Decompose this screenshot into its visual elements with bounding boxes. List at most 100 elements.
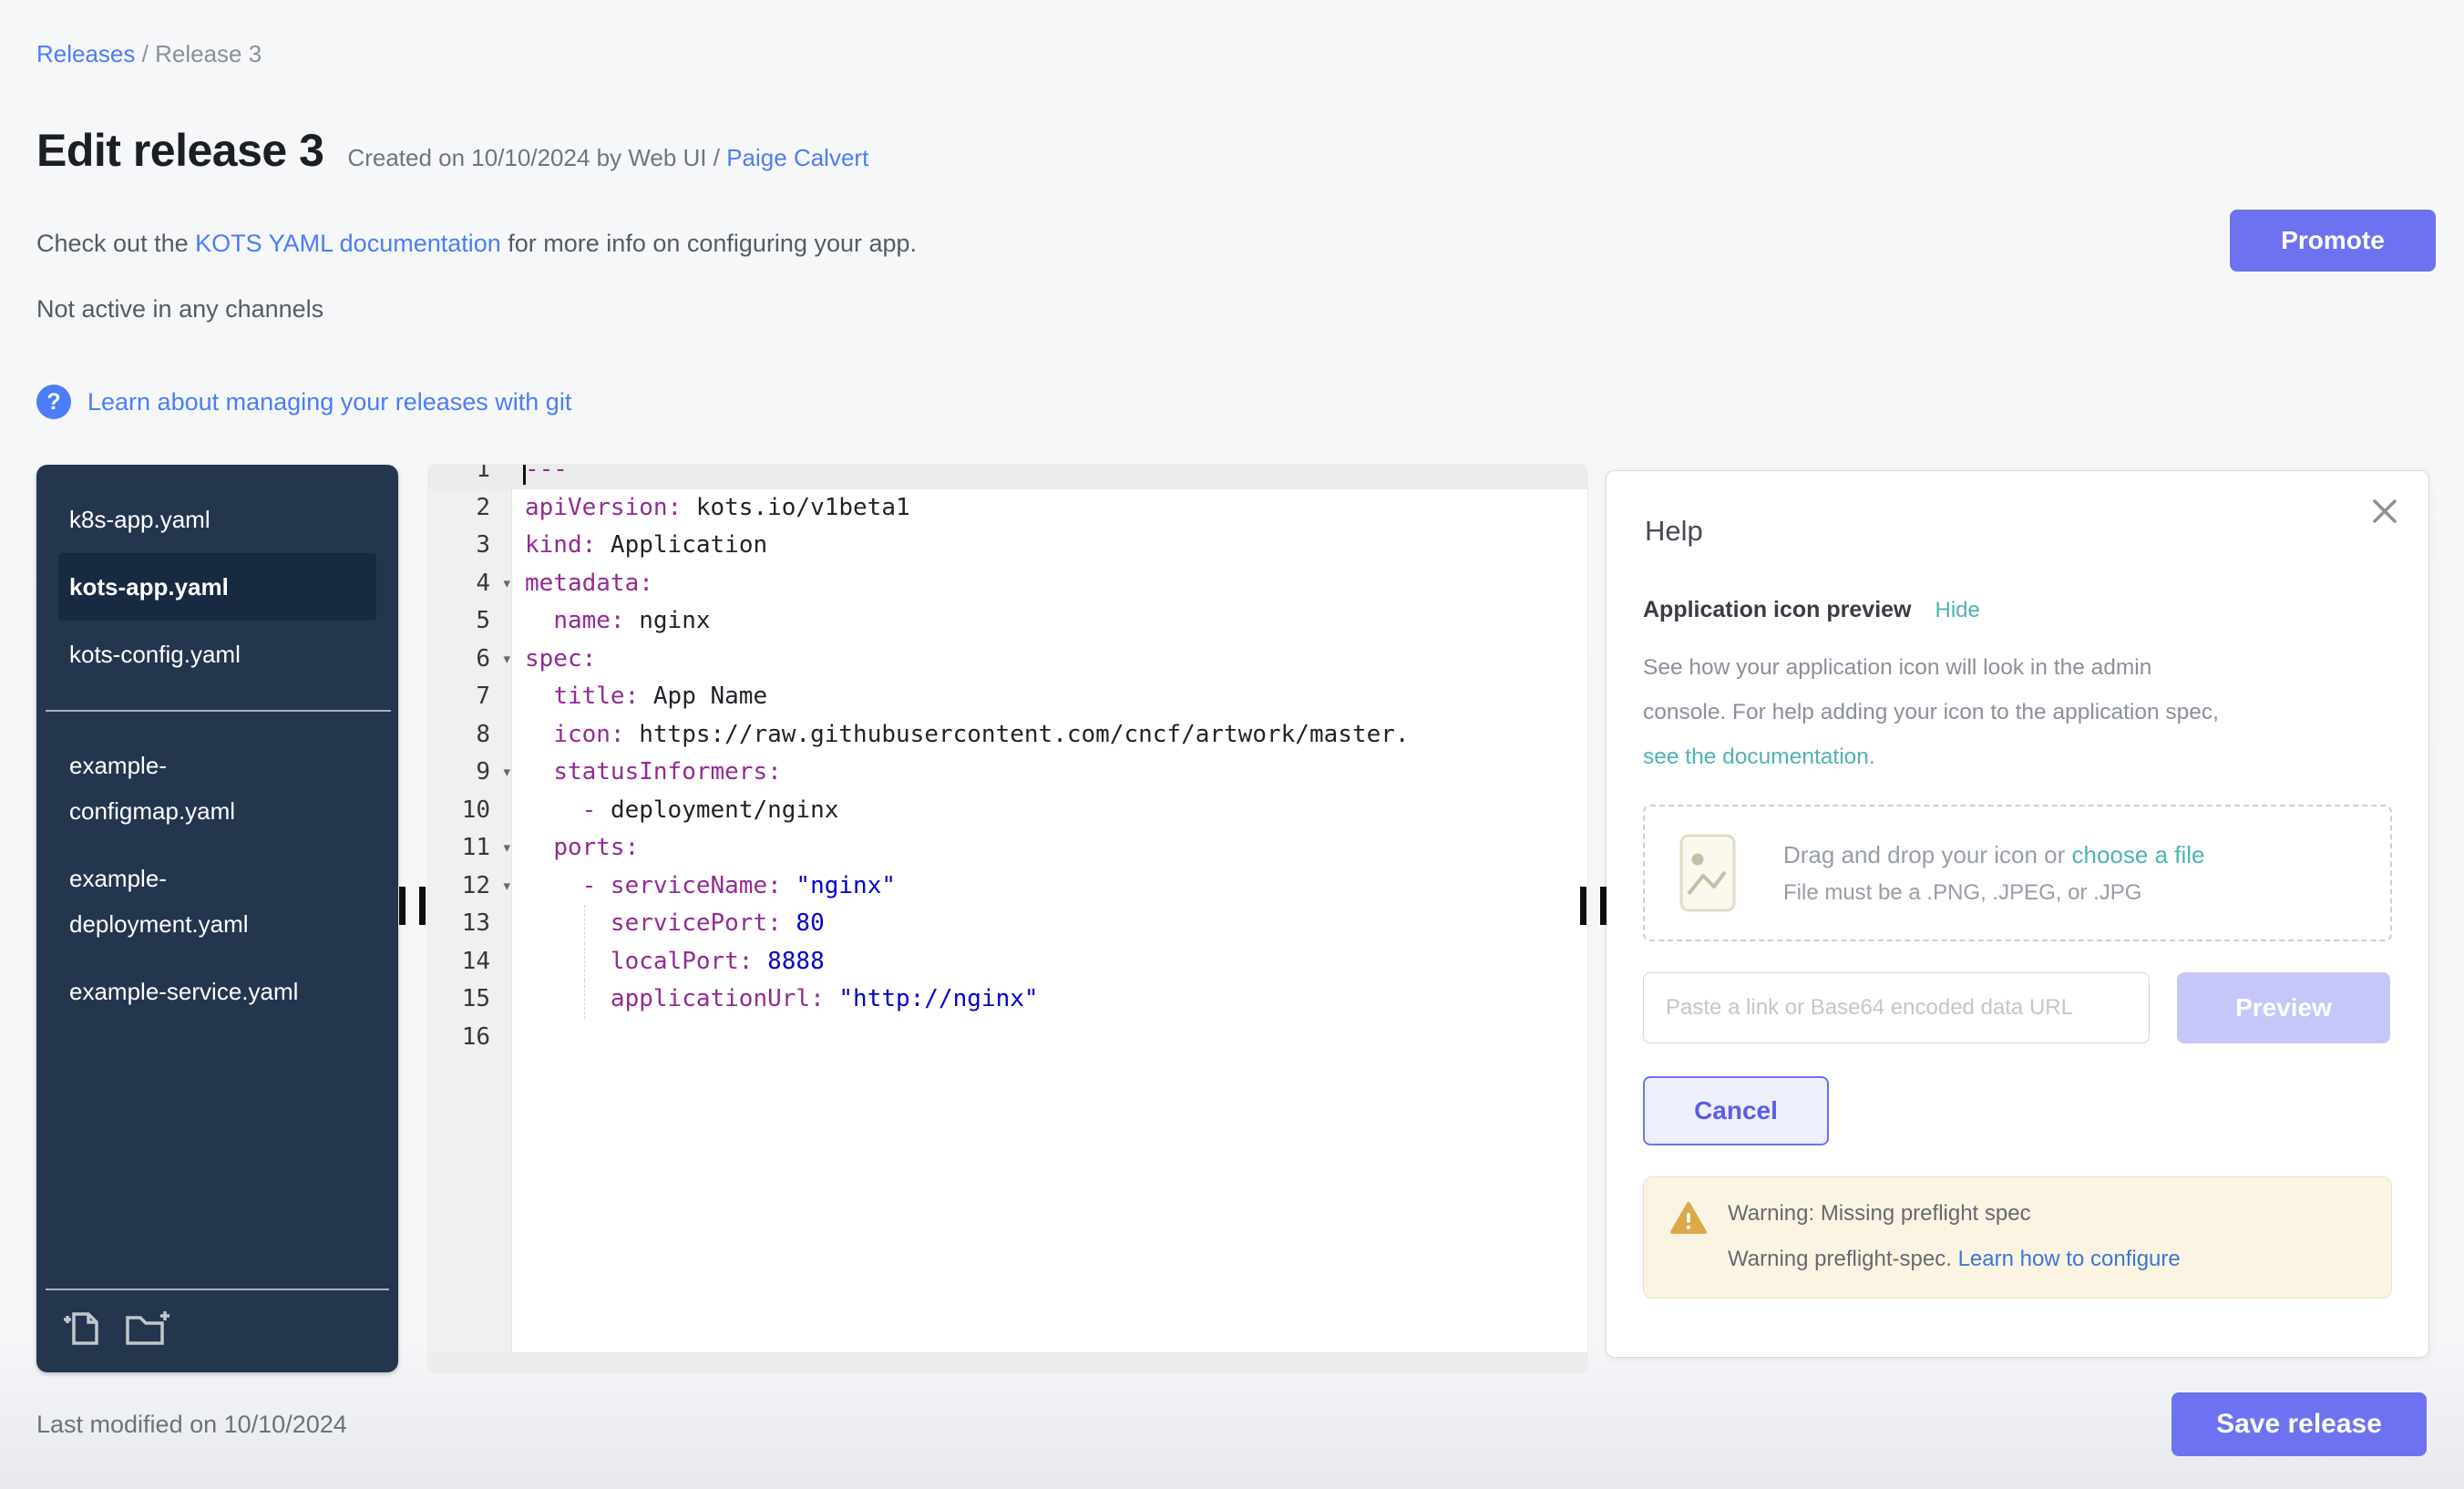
close-icon[interactable] bbox=[2368, 495, 2401, 528]
code-line-12[interactable]: 12▾ - serviceName: "nginx" bbox=[428, 868, 1587, 906]
code-line-6[interactable]: 6▾spec: bbox=[428, 641, 1587, 679]
line-number: 7 bbox=[428, 678, 512, 716]
line-number: 2 bbox=[428, 489, 512, 528]
code-line-8[interactable]: 8 icon: https://raw.githubusercontent.co… bbox=[428, 716, 1587, 755]
yaml-editor[interactable]: 1---2apiVersion: kots.io/v1beta13kind: A… bbox=[428, 465, 1587, 1372]
dropzone-prompt: Drag and drop your icon or bbox=[1783, 841, 2072, 868]
code-line-13[interactable]: 13 servicePort: 80 bbox=[428, 905, 1587, 943]
code-line-3[interactable]: 3kind: Application bbox=[428, 527, 1587, 565]
cancel-button[interactable]: Cancel bbox=[1643, 1076, 1829, 1145]
created-author-link[interactable]: Paige Calvert bbox=[726, 144, 868, 171]
code-line-9[interactable]: 9▾ statusInformers: bbox=[428, 754, 1587, 792]
kots-yaml-docs-link[interactable]: KOTS YAML documentation bbox=[195, 230, 501, 257]
file-sidebar: k8s-app.yamlkots-app.yamlkots-config.yam… bbox=[36, 465, 398, 1372]
fold-toggle-icon[interactable]: ▾ bbox=[503, 868, 510, 906]
code-line-2[interactable]: 2apiVersion: kots.io/v1beta1 bbox=[428, 489, 1587, 528]
file-item-example-service.yaml[interactable]: example-service.yaml bbox=[58, 958, 376, 1025]
description-line-3: see the documentation. bbox=[1643, 734, 2392, 779]
question-mark-icon: ? bbox=[36, 385, 71, 419]
code-text bbox=[512, 1019, 525, 1057]
add-file-icon[interactable] bbox=[62, 1309, 102, 1347]
code-text: metadata: bbox=[512, 565, 653, 603]
sidebar-resize-handle[interactable] bbox=[399, 887, 426, 925]
editor-horizontal-scrollbar[interactable] bbox=[428, 1352, 1587, 1372]
save-release-button[interactable]: Save release bbox=[2171, 1392, 2427, 1456]
icon-url-input[interactable] bbox=[1643, 972, 2150, 1043]
line-number: 16 bbox=[428, 1019, 512, 1057]
code-text: - serviceName: "nginx" bbox=[512, 868, 896, 906]
description-line-1: See how your application icon will look … bbox=[1643, 645, 2392, 690]
file-item-kots-config.yaml[interactable]: kots-config.yaml bbox=[58, 621, 376, 688]
code-line-15[interactable]: 15 applicationUrl: "http://nginx" bbox=[428, 981, 1587, 1019]
add-folder-icon[interactable] bbox=[124, 1309, 171, 1347]
breadcrumb-releases-link[interactable]: Releases bbox=[36, 40, 135, 67]
icon-dropzone[interactable]: Drag and drop your icon or choose a file… bbox=[1643, 805, 2392, 941]
line-number: 9▾ bbox=[428, 754, 512, 792]
icon-preview-title: Application icon preview bbox=[1643, 597, 1912, 623]
preview-button[interactable]: Preview bbox=[2177, 972, 2390, 1043]
icon-url-row: Preview bbox=[1643, 972, 2392, 1043]
docs-prefix: Check out the bbox=[36, 230, 195, 257]
icon-preview-section-header: Application icon preview Hide bbox=[1643, 597, 2392, 623]
line-number: 10 bbox=[428, 792, 512, 830]
breadcrumb-separator: / bbox=[142, 40, 155, 67]
file-item-example-configmap.yaml[interactable]: example-configmap.yaml bbox=[58, 732, 376, 845]
fold-toggle-icon[interactable]: ▾ bbox=[503, 641, 510, 679]
line-number: 3 bbox=[428, 527, 512, 565]
code-text: - deployment/nginx bbox=[512, 792, 838, 830]
fold-toggle-icon[interactable]: ▾ bbox=[503, 829, 510, 868]
description-line-2: console. For help adding your icon to th… bbox=[1643, 690, 2392, 734]
code-text: servicePort: 80 bbox=[512, 905, 825, 943]
learn-configure-link[interactable]: Learn how to configure bbox=[1958, 1247, 2181, 1271]
code-line-16[interactable]: 16 bbox=[428, 1019, 1587, 1057]
created-line: Created on 10/10/2024 by Web UI / Paige … bbox=[347, 144, 868, 172]
dropzone-hint: File must be a .PNG, .JPEG, or .JPG bbox=[1783, 880, 2205, 906]
hide-link[interactable]: Hide bbox=[1935, 598, 1980, 623]
promote-button[interactable]: Promote bbox=[2230, 210, 2436, 272]
channel-status: Not active in any channels bbox=[36, 295, 323, 323]
file-list-divider bbox=[46, 710, 391, 712]
code-text: icon: https://raw.githubusercontent.com/… bbox=[512, 716, 1410, 755]
help-resize-handle[interactable] bbox=[1580, 887, 1607, 925]
breadcrumb: Releases / Release 3 bbox=[36, 40, 262, 68]
line-number: 6▾ bbox=[428, 641, 512, 679]
code-line-4[interactable]: 4▾metadata: bbox=[428, 565, 1587, 603]
file-list: k8s-app.yamlkots-app.yamlkots-config.yam… bbox=[36, 465, 398, 1025]
code-line-10[interactable]: 10 - deployment/nginx bbox=[428, 792, 1587, 830]
help-panel: Help Application icon preview Hide See h… bbox=[1606, 470, 2429, 1358]
code-line-5[interactable]: 5 name: nginx bbox=[428, 602, 1587, 641]
code-text: name: nginx bbox=[512, 602, 711, 641]
code-line-11[interactable]: 11▾ ports: bbox=[428, 829, 1587, 868]
file-item-k8s-app.yaml[interactable]: k8s-app.yaml bbox=[58, 486, 376, 553]
sidebar-footer bbox=[46, 1289, 389, 1372]
line-number: 13 bbox=[428, 905, 512, 943]
git-releases-help-link[interactable]: Learn about managing your releases with … bbox=[87, 388, 571, 416]
line-number: 5 bbox=[428, 602, 512, 641]
choose-file-link[interactable]: choose a file bbox=[2072, 841, 2205, 868]
created-text: Created on 10/10/2024 by Web UI / bbox=[347, 144, 720, 171]
image-placeholder-icon bbox=[1679, 834, 1736, 912]
fold-toggle-icon[interactable]: ▾ bbox=[503, 754, 510, 792]
code-text: ports: bbox=[512, 829, 639, 868]
see-documentation-link[interactable]: see the documentation bbox=[1643, 744, 1869, 769]
code-line-7[interactable]: 7 title: App Name bbox=[428, 678, 1587, 716]
dropzone-line-1: Drag and drop your icon or choose a file bbox=[1783, 841, 2205, 869]
page-title: Edit release 3 bbox=[36, 124, 323, 177]
warning-detail: Warning preflight-spec. Learn how to con… bbox=[1728, 1247, 2181, 1272]
docs-line: Check out the KOTS YAML documentation fo… bbox=[36, 230, 917, 258]
icon-preview-description: See how your application icon will look … bbox=[1643, 645, 2392, 779]
code-line-14[interactable]: 14 localPort: 8888 bbox=[428, 943, 1587, 981]
warning-triangle-icon bbox=[1669, 1201, 1708, 1236]
fold-toggle-icon[interactable]: ▾ bbox=[503, 565, 510, 603]
code-text: kind: Application bbox=[512, 527, 767, 565]
warning-texts: Warning: Missing preflight spec Warning … bbox=[1728, 1201, 2181, 1272]
help-title: Help bbox=[1645, 515, 2392, 548]
release-editor-page: { "breadcrumb": { "releases_link": "Rele… bbox=[0, 0, 2464, 1489]
dropzone-text: Drag and drop your icon or choose a file… bbox=[1783, 841, 2205, 906]
code-line-1[interactable]: 1--- bbox=[428, 465, 1587, 489]
code-text: applicationUrl: "http://nginx" bbox=[512, 981, 1039, 1019]
file-item-example-deployment.yaml[interactable]: example-deployment.yaml bbox=[58, 845, 376, 958]
file-item-kots-app.yaml[interactable]: kots-app.yaml bbox=[58, 553, 376, 621]
line-number: 11▾ bbox=[428, 829, 512, 868]
line-number: 1 bbox=[428, 465, 512, 489]
